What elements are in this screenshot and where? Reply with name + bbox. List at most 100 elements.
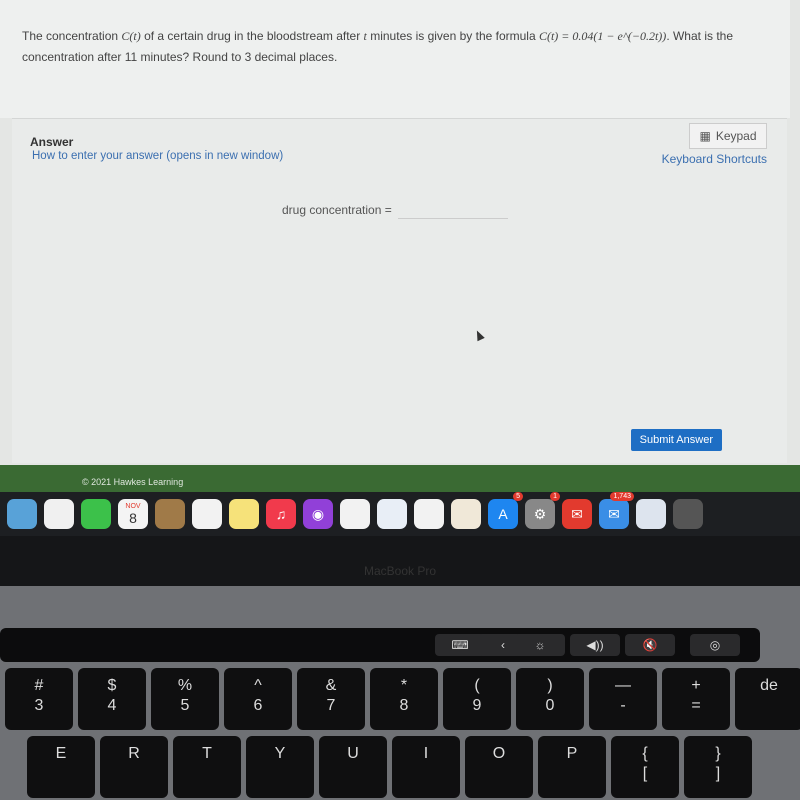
key-U[interactable]: U: [319, 736, 387, 798]
question-part: minutes is given by the formula: [366, 29, 539, 43]
key-shift-label: $: [107, 677, 117, 694]
key-label: R: [128, 745, 140, 762]
key-=[interactable]: + =: [662, 668, 730, 730]
formula: C(t) = 0.04(1 − e^(−0.2t)): [538, 29, 667, 43]
calculator-icon: ▦: [699, 129, 711, 143]
key-shift-label: &: [325, 677, 337, 694]
key-I[interactable]: I: [392, 736, 460, 798]
dock-calendar-icon[interactable]: NOV 8: [118, 499, 148, 529]
copyright: © 2021 Hawkes Learning: [82, 477, 184, 487]
key-E[interactable]: E: [27, 736, 95, 798]
key-label: 5: [180, 697, 190, 714]
touch-bar: ⌨ ‹ ☼ ◀)) 🔇 ◎: [0, 628, 760, 662]
dock-mail-app-icon[interactable]: ✉: [562, 499, 592, 529]
answer-panel: Answer How to enter your answer (opens i…: [12, 118, 787, 463]
key-shift-label: —: [615, 677, 631, 694]
key-7[interactable]: & 7: [297, 668, 365, 730]
notification-badge: 1: [550, 492, 560, 501]
touchbar-button[interactable]: ◎: [690, 634, 740, 656]
key-label: -: [620, 697, 626, 714]
key-6[interactable]: ^ 6: [224, 668, 292, 730]
key-[[interactable]: {[: [611, 736, 679, 798]
key-][interactable]: }]: [684, 736, 752, 798]
key-shift-label: ): [547, 677, 553, 694]
key-8[interactable]: * 8: [370, 668, 438, 730]
key-R[interactable]: R: [100, 736, 168, 798]
key-shift-label: ^: [254, 677, 262, 694]
dock-mail-icon[interactable]: ✉ 1,743: [599, 492, 634, 529]
keypad-button[interactable]: ▦ Keypad: [689, 123, 767, 149]
answer-heading: Answer: [30, 135, 74, 149]
dock-numbers-icon[interactable]: [414, 499, 444, 529]
bezel: MacBook Pro: [0, 536, 800, 586]
keypad-label: Keypad: [715, 129, 757, 143]
dock-maps-icon[interactable]: [7, 499, 37, 529]
key-0[interactable]: ) 0: [516, 668, 584, 730]
key-de[interactable]: de: [735, 668, 800, 730]
key-label: E: [55, 745, 67, 762]
answer-row: drug concentration =: [282, 201, 508, 219]
key-5[interactable]: % 5: [151, 668, 219, 730]
notification-badge: 5: [513, 492, 523, 501]
key-shift-label: (: [474, 677, 480, 694]
key-P[interactable]: P: [538, 736, 606, 798]
key-label: =: [691, 697, 701, 714]
key-shift-label: %: [177, 677, 193, 694]
calendar-month: NOV: [125, 502, 141, 510]
dock-notes-icon[interactable]: [229, 499, 259, 529]
dock-photos-icon[interactable]: [44, 499, 74, 529]
key-label: ]: [715, 765, 721, 782]
dock-preview-icon[interactable]: [636, 499, 666, 529]
dock: NOV 8 ♫ ◉ A 5 ⚙ 1 ✉ ✉ 1,743: [0, 492, 800, 536]
function-symbol: C(t): [121, 29, 141, 43]
key-label: I: [423, 745, 429, 762]
browser-screen: The concentration C(t) of a certain drug…: [0, 0, 800, 492]
calendar-day: 8: [129, 509, 137, 526]
dock-pages-icon[interactable]: [451, 499, 481, 529]
keyboard-shortcuts-link[interactable]: Keyboard Shortcuts: [662, 152, 767, 166]
footer: © 2021 Hawkes Learning: [0, 465, 800, 492]
key-4[interactable]: $4: [78, 668, 146, 730]
touchbar-button[interactable]: 🔇: [625, 634, 675, 656]
key-Y[interactable]: Y: [246, 736, 314, 798]
dock-keynote-icon[interactable]: [377, 499, 407, 529]
submit-answer-button[interactable]: Submit Answer: [630, 429, 722, 451]
key-label: de: [760, 677, 778, 694]
key-shift-label: #: [34, 677, 44, 694]
how-to-enter-link[interactable]: How to enter your answer (opens in new w…: [32, 150, 283, 162]
key-label: 7: [326, 697, 336, 714]
key-label: Y: [274, 745, 286, 762]
dock-trash-icon[interactable]: [673, 499, 703, 529]
key-O[interactable]: O: [465, 736, 533, 798]
key-shift-label: {: [642, 745, 648, 762]
key-shift-label: }: [715, 745, 721, 762]
key-label: P: [566, 745, 578, 762]
key-label: 4: [107, 697, 117, 714]
notification-badge: 1,743: [610, 492, 634, 501]
drug-concentration-input[interactable]: [397, 201, 508, 219]
key--[interactable]: — -: [589, 668, 657, 730]
question-text: The concentration C(t) of a certain drug…: [0, 0, 790, 118]
dock-music-icon[interactable]: ♫: [266, 499, 296, 529]
dock-system-preferences-icon[interactable]: ⚙ 1: [525, 492, 560, 529]
question-part: of a certain drug in the bloodstream aft…: [140, 29, 364, 43]
touchbar-button[interactable]: ◀)): [570, 634, 620, 656]
dock-app-store-icon[interactable]: A5: [488, 492, 523, 529]
key-shift-label: +: [691, 677, 701, 694]
dock-facetime-icon[interactable]: [81, 499, 111, 529]
key-9[interactable]: (9: [443, 668, 511, 730]
key-label: 9: [472, 697, 482, 714]
dock-news-icon[interactable]: [340, 499, 370, 529]
key-label: 8: [399, 697, 409, 714]
dock-contacts-icon[interactable]: [155, 499, 185, 529]
key-T[interactable]: T: [173, 736, 241, 798]
key-3[interactable]: #3: [5, 668, 73, 730]
dock-reminders-icon[interactable]: [192, 499, 222, 529]
dock-podcasts-icon[interactable]: ◉: [303, 499, 333, 529]
key-label: [: [642, 765, 648, 782]
question-part: The concentration: [22, 29, 122, 43]
bezel-label: MacBook Pro: [363, 564, 437, 578]
touchbar-button[interactable]: ☼: [515, 634, 565, 656]
key-label: O: [492, 745, 506, 762]
key-label: T: [202, 745, 212, 762]
